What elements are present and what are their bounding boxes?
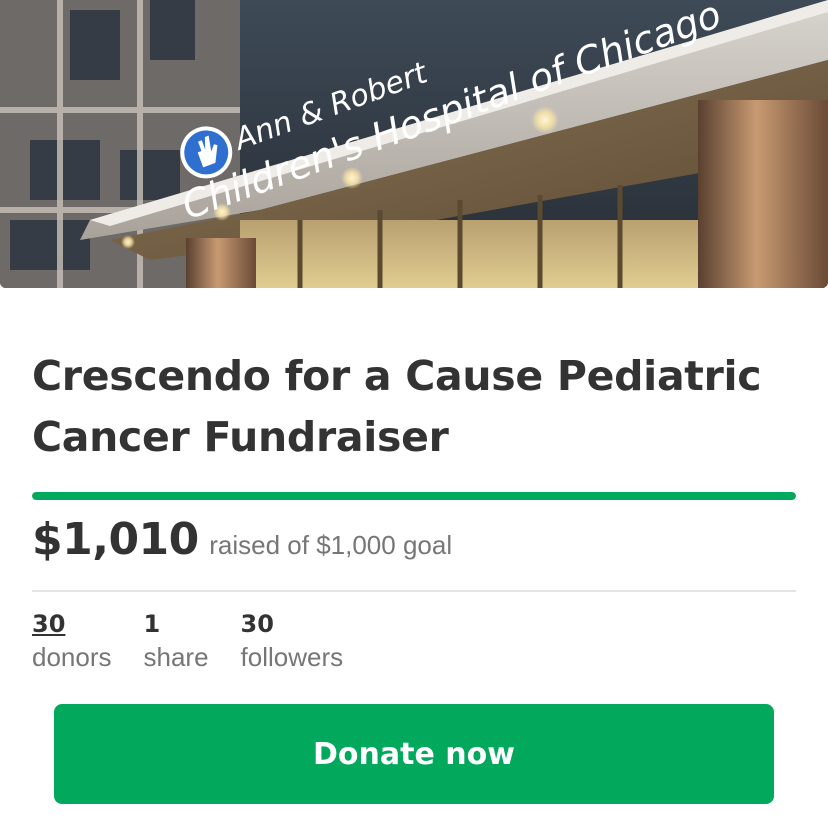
shares-label: share: [143, 642, 209, 672]
progress-bar-fill: [32, 492, 796, 500]
raised-amount: $1,010: [32, 514, 199, 565]
campaign-stats: 30 donors 1 share 30 followers: [32, 606, 375, 672]
amount-row: $1,010 raised of $1,000 goal: [32, 514, 452, 565]
campaign-title: Crescendo for a Cause Pediatric Cancer F…: [32, 352, 762, 461]
stat-donors[interactable]: 30 donors: [32, 606, 112, 672]
donate-now-button[interactable]: Donate now: [54, 704, 774, 804]
stat-shares: 1 share: [144, 606, 209, 672]
stat-followers: 30 followers: [241, 606, 344, 672]
shares-count: 1: [143, 610, 161, 638]
followers-count: 30: [240, 610, 274, 638]
donors-label: donors: [32, 642, 112, 672]
hospital-entrance-photo: Ann & Robert Children's Hospital of Chic…: [0, 0, 828, 288]
donors-count[interactable]: 30: [32, 606, 112, 642]
hero-image: Ann & Robert Children's Hospital of Chic…: [0, 0, 828, 288]
goal-text: raised of $1,000 goal: [209, 530, 453, 560]
followers-label: followers: [240, 642, 344, 672]
divider: [32, 590, 796, 592]
progress-bar: [32, 492, 796, 500]
campaign-card: Ann & Robert Children's Hospital of Chic…: [0, 0, 828, 828]
